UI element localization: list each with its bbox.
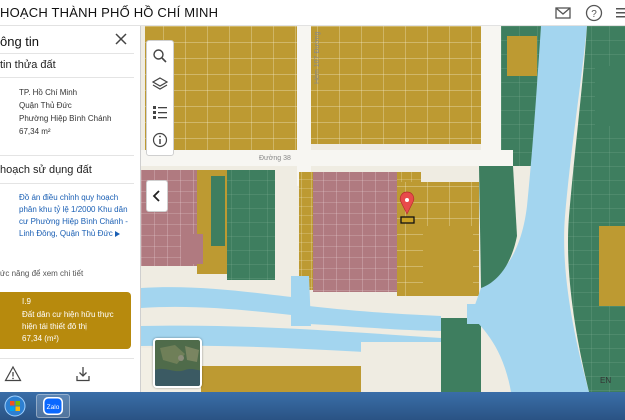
map-toolbar: [146, 40, 174, 156]
legend-icon[interactable]: [151, 103, 169, 121]
map-view[interactable]: Đường 38 Hẻm 107 Đường: [141, 26, 625, 392]
info-icon[interactable]: [151, 131, 169, 149]
zalo-label: Zalo: [47, 404, 60, 411]
download-icon[interactable]: [74, 365, 92, 383]
os-taskbar: Zalo EN: [0, 376, 625, 420]
svg-text:?: ?: [591, 9, 597, 20]
layers-icon[interactable]: [151, 75, 169, 93]
plan-link[interactable]: Đồ án điều chỉnh quy hoạch phân khu tỷ l…: [19, 192, 131, 240]
divider: [0, 155, 134, 156]
hint-text: ức năng để xem chi tiết: [0, 269, 84, 278]
zalo-taskbar-button[interactable]: Zalo: [36, 394, 70, 418]
app-header: HOẠCH THÀNH PHỐ HỒ CHÍ MINH ?: [0, 0, 625, 26]
divider: [0, 77, 134, 78]
land-use-card[interactable]: I.9 Đất dân cư hiện hữu thực hiện tái th…: [0, 292, 131, 349]
parcel-area: 67,34 m²: [19, 127, 51, 136]
road-label: Hẻm 107 Đường: [314, 31, 321, 84]
land-area: 67,34 (m²): [22, 334, 59, 343]
panel-title: ông tin: [0, 34, 40, 49]
road-label: Đường 38: [259, 155, 291, 162]
help-icon[interactable]: ?: [584, 3, 604, 23]
menu-icon[interactable]: [614, 3, 625, 23]
zalo-icon: Zalo: [43, 397, 63, 415]
divider: [0, 53, 134, 54]
info-panel: ông tin tin thửa đất TP. Hồ Chí Minh Quậ…: [0, 26, 141, 392]
plan-link-text[interactable]: Đồ án điều chỉnh quy hoạch phân khu tỷ l…: [19, 193, 128, 238]
planning-section-title: hoạch sử dụng đất: [0, 164, 92, 176]
page-title: HOẠCH THÀNH PHỐ HỒ CHÍ MINH: [0, 5, 219, 20]
arrow-right-icon: [114, 230, 120, 237]
search-icon[interactable]: [151, 47, 169, 65]
parcel-ward: Phường Hiệp Bình Chánh: [19, 114, 112, 123]
language-indicator[interactable]: EN: [600, 376, 611, 385]
close-icon[interactable]: [113, 31, 129, 47]
land-code: I.9: [22, 297, 31, 306]
satellite-thumbnail: [155, 340, 200, 386]
warning-icon[interactable]: [4, 365, 22, 383]
parcel-district: Quận Thủ Đức: [19, 101, 72, 110]
mail-icon[interactable]: [553, 3, 573, 23]
basemap-switcher[interactable]: [153, 338, 202, 388]
chevron-left-icon: [152, 190, 160, 202]
collapse-panel-button[interactable]: [146, 180, 168, 212]
parcel-section-title: tin thửa đất: [0, 59, 56, 71]
land-description: Đất dân cư hiện hữu thực hiện tái thiết …: [22, 310, 114, 331]
map-canvas[interactable]: Đường 38 Hẻm 107 Đường: [141, 26, 625, 392]
parcel-city: TP. Hồ Chí Minh: [19, 88, 78, 97]
divider: [0, 183, 134, 184]
panel-footer: [0, 358, 134, 390]
windows-start-icon[interactable]: [2, 394, 28, 418]
